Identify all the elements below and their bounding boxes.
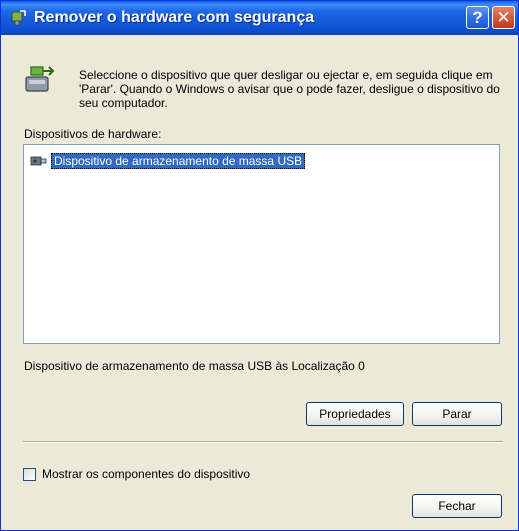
help-icon: ?	[472, 8, 483, 27]
devices-label: Dispositivos de hardware:	[24, 127, 162, 141]
close-icon: ✕	[496, 8, 511, 27]
help-button[interactable]: ?	[466, 6, 489, 29]
list-item-usb-mass-storage[interactable]: Dispositivo de armazenamento de massa US…	[30, 152, 306, 170]
checkbox-label: Mostrar os componentes do dispositivo	[42, 467, 251, 481]
close-button[interactable]: Fechar	[412, 494, 502, 518]
checkbox-box[interactable]	[23, 467, 36, 481]
title-bar[interactable]: Remover o hardware com segurança ? ✕	[1, 1, 518, 35]
stop-button[interactable]: Parar	[412, 402, 502, 426]
safely-remove-hardware-icon	[11, 10, 26, 26]
show-components-checkbox[interactable]: Mostrar os componentes do dispositivo	[23, 467, 250, 481]
device-name: Dispositivo de armazenamento de massa US…	[51, 153, 306, 169]
close-window-button[interactable]: ✕	[492, 6, 515, 29]
instruction-text: Seleccione o dispositivo que quer deslig…	[79, 68, 500, 110]
divider	[23, 441, 503, 443]
usb-device-icon	[30, 156, 47, 166]
window-title: Remover o hardware com segurança	[34, 9, 315, 26]
hardware-eject-icon	[25, 66, 55, 92]
properties-button[interactable]: Propriedades	[306, 402, 404, 426]
dialog-window: Remover o hardware com segurança ? ✕ Sel…	[0, 0, 519, 531]
hardware-device-list[interactable]: Dispositivo de armazenamento de massa US…	[23, 144, 500, 344]
device-location-text: Dispositivo de armazenamento de massa US…	[24, 359, 365, 373]
